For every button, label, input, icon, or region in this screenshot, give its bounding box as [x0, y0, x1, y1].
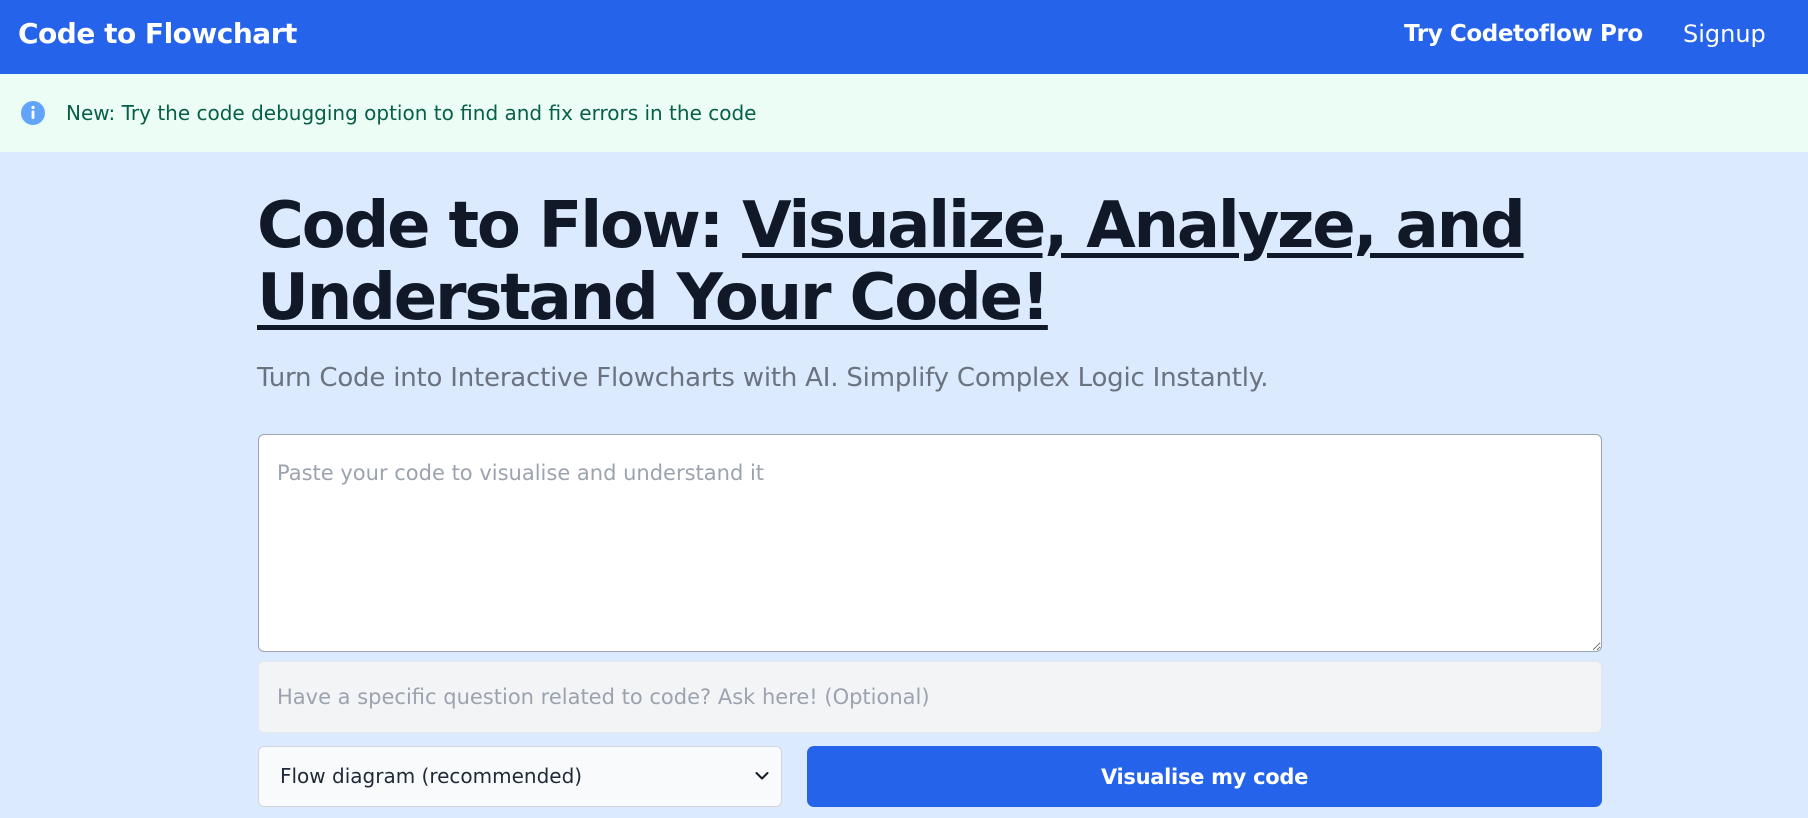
announcement-banner: New: Try the code debugging option to fi…	[0, 74, 1808, 152]
chevron-down-icon	[755, 772, 769, 780]
code-input-textarea[interactable]	[258, 434, 1602, 652]
diagram-type-selected-value: Flow diagram (recommended)	[280, 764, 583, 788]
diagram-type-select[interactable]: Flow diagram (recommended)	[258, 746, 782, 807]
question-input[interactable]	[258, 661, 1602, 733]
page-title: Code to Flow: Visualize, Analyze, and Un…	[257, 190, 1587, 334]
page-subtitle: Turn Code into Interactive Flowcharts wi…	[257, 363, 1269, 393]
visualise-code-button[interactable]: Visualise my code	[807, 746, 1602, 807]
info-icon	[21, 101, 45, 125]
page-title-plain: Code to Flow:	[257, 189, 743, 263]
try-pro-link[interactable]: Try Codetoflow Pro	[1404, 0, 1643, 68]
banner-text: New: Try the code debugging option to fi…	[66, 101, 757, 125]
signup-link[interactable]: Signup	[1683, 0, 1766, 68]
top-nav-bar: Code to Flowchart Try Codetoflow Pro Sig…	[0, 0, 1808, 74]
brand-logo-text[interactable]: Code to Flowchart	[18, 0, 297, 68]
